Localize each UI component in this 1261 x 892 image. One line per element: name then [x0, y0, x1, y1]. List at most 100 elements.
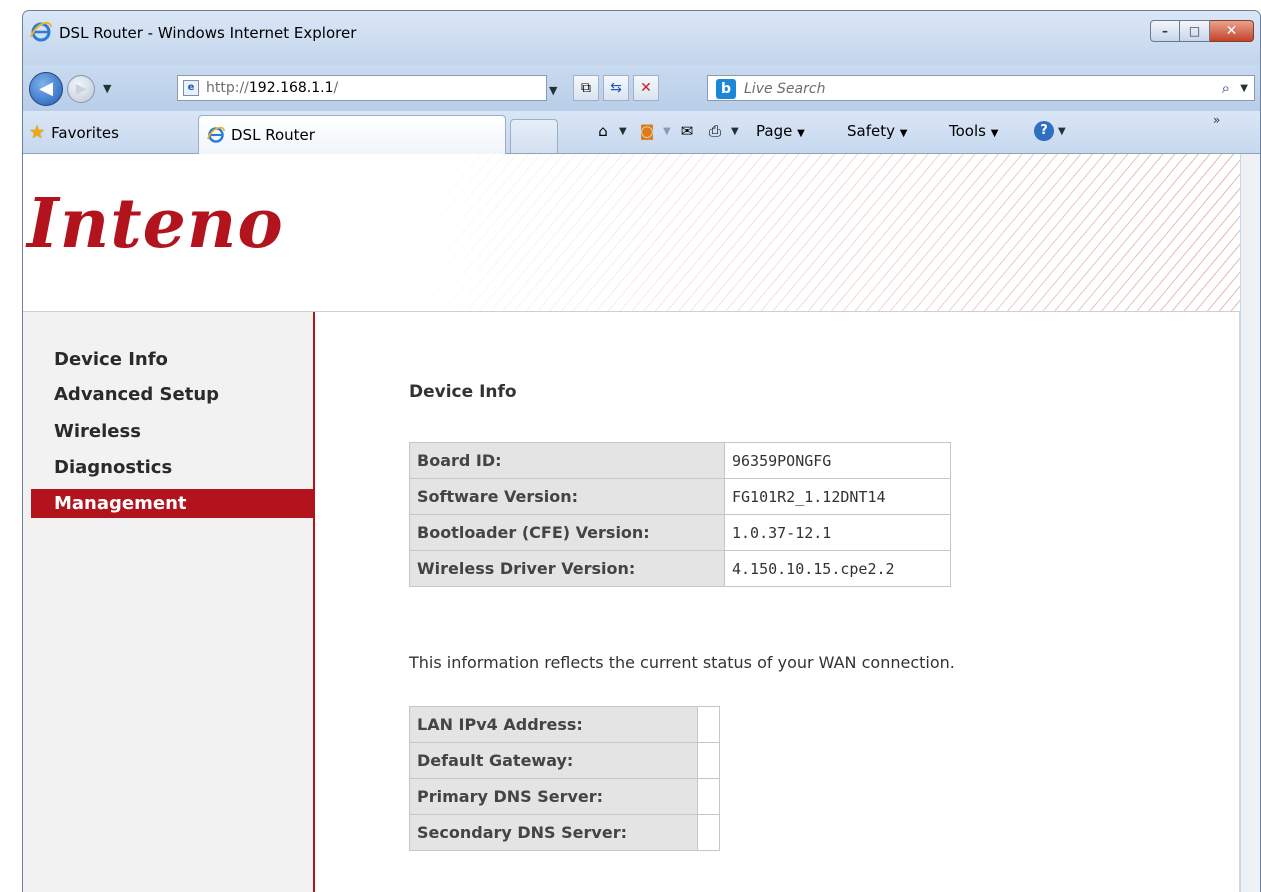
table-row: Software Version: FG101R2_1.12DNT14	[409, 478, 951, 515]
row-value	[697, 742, 720, 779]
device-info-table: Board ID: 96359PONGFG Software Version: …	[409, 442, 951, 587]
forward-arrow-icon: ▶	[75, 81, 87, 97]
help-icon[interactable]: ?	[1034, 121, 1054, 141]
print-icon[interactable]: ⎙	[705, 121, 725, 141]
inteno-logo: Inteno	[27, 184, 284, 264]
new-tab-button[interactable]	[510, 119, 558, 153]
page-content: Inteno Device Info Advanced Setup Wirele…	[23, 154, 1240, 892]
table-row: Bootloader (CFE) Version: 1.0.37-12.1	[409, 514, 951, 551]
row-value	[697, 814, 720, 851]
back-button[interactable]: ◀	[29, 72, 63, 106]
window-title: DSL Router - Windows Internet Explorer	[59, 24, 357, 42]
title-bar: DSL Router - Windows Internet Explorer –…	[23, 11, 1260, 65]
row-key: Wireless Driver Version:	[409, 550, 725, 587]
tools-menu-label: Tools	[949, 122, 986, 140]
table-row: Wireless Driver Version: 4.150.10.15.cpe…	[409, 550, 951, 587]
sidebar-item-device-info[interactable]: Device Info	[54, 349, 168, 370]
vertical-scrollbar[interactable]	[1241, 154, 1260, 892]
search-icon[interactable]: ⌕	[1222, 79, 1230, 97]
wan-status-note: This information reflects the current st…	[409, 653, 955, 672]
chevron-more-icon[interactable]: »	[1213, 113, 1220, 127]
table-row: Primary DNS Server:	[409, 778, 720, 815]
sidebar-item-management[interactable]: Management	[31, 489, 313, 518]
forward-button[interactable]: ▶	[67, 75, 95, 103]
row-value: FG101R2_1.12DNT14	[724, 478, 951, 515]
restore-icon: □	[1188, 24, 1201, 38]
address-bar[interactable]: e http://192.168.1.1/	[177, 75, 547, 101]
row-key: Secondary DNS Server:	[409, 814, 698, 851]
recent-pages-dropdown-icon[interactable]: ▼	[103, 82, 111, 95]
home-dropdown-icon[interactable]: ▼	[619, 126, 627, 137]
chevron-down-icon: ▼	[899, 128, 908, 139]
sidebar: Device Info Advanced Setup Wireless Diag…	[23, 312, 315, 892]
tab-dsl-router[interactable]: DSL Router	[198, 115, 506, 155]
row-value: 96359PONGFG	[724, 442, 951, 479]
close-button[interactable]: ✕	[1210, 20, 1254, 42]
refresh-button[interactable]: ⇆	[603, 75, 629, 101]
page-menu-label: Page	[756, 122, 793, 140]
sidebar-item-advanced-setup[interactable]: Advanced Setup	[54, 384, 219, 405]
header-banner: Inteno	[23, 154, 1240, 311]
minimize-icon: –	[1162, 24, 1168, 38]
wan-info-table: LAN IPv4 Address: Default Gateway: Prima…	[409, 706, 720, 851]
favorites-star-icon: ★	[29, 122, 46, 143]
compatibility-icon: ⧉	[581, 80, 591, 96]
row-key: Software Version:	[409, 478, 725, 515]
row-value	[697, 706, 720, 743]
help-dropdown-icon[interactable]: ▼	[1058, 126, 1066, 137]
search-options-dropdown-icon[interactable]: ▼	[1240, 83, 1248, 94]
address-dropdown-icon[interactable]: ▼	[549, 84, 557, 97]
url-protocol: http://	[206, 80, 249, 96]
restore-button[interactable]: □	[1180, 20, 1210, 42]
sidebar-item-diagnostics[interactable]: Diagnostics	[54, 457, 172, 478]
minimize-button[interactable]: –	[1150, 20, 1180, 42]
bing-icon: b	[716, 79, 736, 99]
address-url[interactable]: http://192.168.1.1/	[206, 80, 338, 96]
window-controls: – □ ✕	[1150, 20, 1254, 42]
stop-button[interactable]: ✕	[633, 75, 659, 101]
table-row: Secondary DNS Server:	[409, 814, 720, 851]
url-path: /	[333, 80, 339, 96]
back-arrow-icon: ◀	[39, 78, 53, 99]
page-title: Device Info	[409, 382, 517, 402]
feeds-icon[interactable]: ◙	[637, 121, 657, 141]
search-placeholder: Live Search	[744, 81, 826, 97]
stop-icon: ✕	[640, 80, 652, 96]
sidebar-item-wireless[interactable]: Wireless	[54, 421, 141, 442]
row-key: Default Gateway:	[409, 742, 698, 779]
tab-bar: ★ Favorites DSL Router ⌂ ▼ ◙ ▼ ✉ ⎙ ▼ Pag…	[23, 111, 1260, 155]
safety-menu-label: Safety	[847, 122, 895, 140]
compatibility-view-button[interactable]: ⧉	[573, 75, 599, 101]
table-row: LAN IPv4 Address:	[409, 706, 720, 743]
table-row: Default Gateway:	[409, 742, 720, 779]
chevron-down-icon: ▼	[797, 128, 805, 139]
page-menu[interactable]: Page ▼	[756, 122, 805, 140]
feeds-dropdown-icon[interactable]: ▼	[663, 126, 671, 137]
refresh-icon: ⇆	[610, 80, 622, 96]
close-icon: ✕	[1225, 23, 1238, 39]
search-box[interactable]: b Live Search ⌕ ▼	[707, 75, 1255, 101]
url-host: 192.168.1.1	[248, 80, 334, 96]
table-row: Board ID: 96359PONGFG	[409, 442, 951, 479]
row-value: 4.150.10.15.cpe2.2	[724, 550, 951, 587]
row-key: Board ID:	[409, 442, 725, 479]
browser-window: DSL Router - Windows Internet Explorer –…	[22, 10, 1261, 892]
row-value	[697, 778, 720, 815]
row-key: Bootloader (CFE) Version:	[409, 514, 725, 551]
chevron-down-icon: ▼	[990, 128, 999, 139]
home-icon[interactable]: ⌂	[593, 121, 613, 141]
ie-logo-icon	[207, 126, 225, 143]
favorites-button[interactable]: ★ Favorites	[29, 122, 119, 143]
print-dropdown-icon[interactable]: ▼	[731, 126, 739, 137]
favorites-label: Favorites	[51, 123, 119, 142]
row-key: Primary DNS Server:	[409, 778, 698, 815]
safety-menu[interactable]: Safety ▼	[847, 122, 907, 140]
navigation-bar: ◀ ▶ ▼ e http://192.168.1.1/ ▼ ⧉ ⇆ ✕ b Li…	[23, 65, 1260, 111]
ie-logo-icon	[30, 21, 52, 42]
tools-menu[interactable]: Tools ▼	[949, 122, 998, 140]
page-icon: e	[183, 80, 199, 96]
row-value: 1.0.37-12.1	[724, 514, 951, 551]
row-key: LAN IPv4 Address:	[409, 706, 698, 743]
mail-icon[interactable]: ✉	[677, 121, 697, 141]
tab-label: DSL Router	[231, 126, 315, 144]
